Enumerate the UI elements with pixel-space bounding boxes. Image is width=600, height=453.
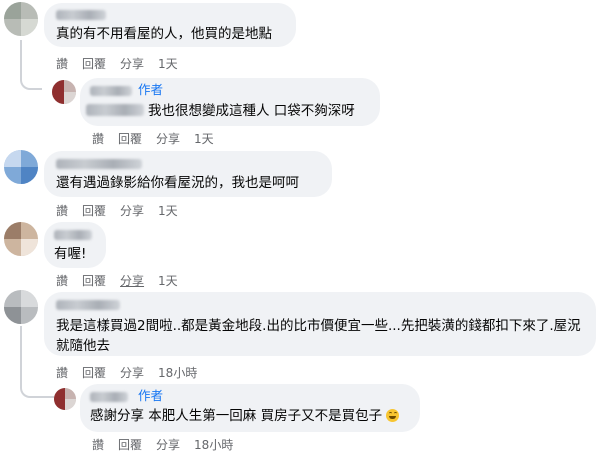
like-link[interactable]: 讚 [56,55,68,72]
reply-link[interactable]: 回覆 [82,202,106,219]
comment-bubble: 有喔! [44,222,106,268]
like-link[interactable]: 讚 [56,202,68,219]
timestamp[interactable]: 1天 [158,55,178,72]
timestamp[interactable]: 1天 [158,202,178,219]
comment-text: 還有遇過錄影給你看屋況的，我也是呵呵 [56,175,299,191]
timestamp[interactable]: 18小時 [194,436,233,453]
like-link[interactable]: 讚 [56,364,68,381]
reply-text-content: 感謝分享 本肥人生第一回麻 買房子又不是買包子 [90,408,383,424]
comment-actions: 讚 回覆 分享 1天 [56,55,192,72]
like-link[interactable]: 讚 [56,272,68,289]
share-link[interactable]: 分享 [120,55,144,72]
timestamp[interactable]: 1天 [158,272,178,289]
share-link[interactable]: 分享 [156,130,180,147]
comment-bubble: 真的有不用看屋的人，他買的是地點 [44,3,296,47]
commenter-name[interactable] [56,159,142,169]
timestamp[interactable]: 18小時 [158,364,197,381]
avatar[interactable] [4,222,38,256]
reply-bubble: 作者 我也很想變成這種人 口袋不夠深呀 [80,78,380,126]
avatar[interactable] [4,150,38,184]
commenter-name-overflow [86,104,144,116]
reply-link[interactable]: 回覆 [82,272,106,289]
share-link[interactable]: 分享 [120,202,144,219]
thread-connector [20,326,54,398]
reply-link[interactable]: 回覆 [118,436,142,453]
grinning-face-icon [386,409,400,422]
like-link[interactable]: 讚 [92,436,104,453]
reply-link[interactable]: 回覆 [82,364,106,381]
comment-text: 我是這樣買過2間啦..都是黃金地段.出的比市價便宜一些...先把裝潢的錢都扣下來… [56,318,581,354]
reply-text: 我也很想變成這種人 口袋不夠深呀 [148,103,355,119]
comment-actions: 讚 回覆 分享 1天 [56,202,192,219]
commenter-name[interactable] [56,10,106,20]
comment-actions: 讚 回覆 分享 1天 [56,272,192,289]
reply-actions: 讚 回覆 分享 18小時 [92,436,247,453]
share-link[interactable]: 分享 [120,364,144,381]
reply-link[interactable]: 回覆 [82,55,106,72]
comment-actions: 讚 回覆 分享 18小時 [56,364,211,381]
commenter-name[interactable] [56,300,120,310]
timestamp[interactable]: 1天 [194,130,214,147]
comment-text: 真的有不用看屋的人，他買的是地點 [56,26,272,42]
comment-text: 有喔! [54,246,87,262]
author-badge: 作者 [138,388,164,403]
like-link[interactable]: 讚 [92,130,104,147]
comment-bubble: 還有遇過錄影給你看屋況的，我也是呵呵 [44,151,332,197]
share-link[interactable]: 分享 [156,436,180,453]
author-avatar[interactable] [54,388,76,410]
commenter-name[interactable] [90,86,132,96]
reply-actions: 讚 回覆 分享 1天 [92,130,228,147]
reply-bubble: 作者 感謝分享 本肥人生第一回麻 買房子又不是買包子 [80,384,420,432]
author-avatar[interactable] [52,80,76,104]
commenter-name[interactable] [54,230,92,240]
avatar[interactable] [4,2,38,36]
author-badge: 作者 [138,82,164,97]
comment-bubble: 我是這樣買過2間啦..都是黃金地段.出的比市價便宜一些...先把裝潢的錢都扣下來… [44,292,596,356]
reply-text: 感謝分享 本肥人生第一回麻 買房子又不是買包子 [90,406,400,426]
reply-link[interactable]: 回覆 [118,130,142,147]
avatar[interactable] [4,290,38,324]
thread-connector [20,40,42,90]
commenter-name[interactable] [90,392,128,402]
share-link[interactable]: 分享 [120,272,144,289]
